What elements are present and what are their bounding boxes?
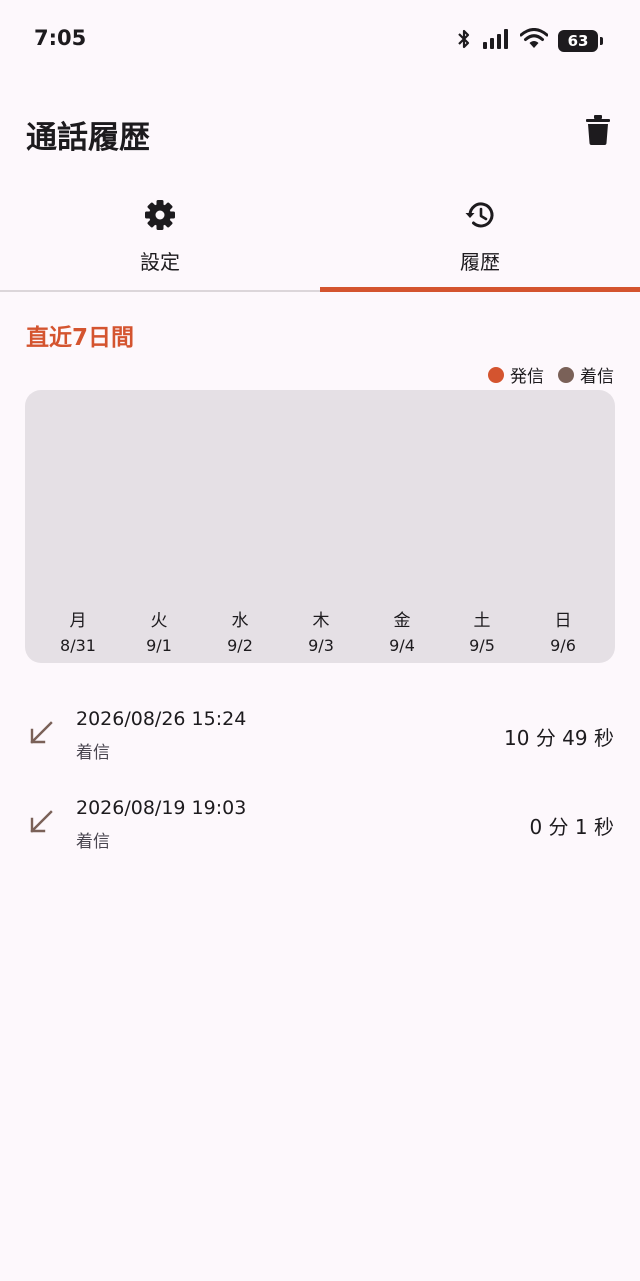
call-type: 着信 <box>76 832 110 852</box>
call-datetime: 2026/08/26 15:24 <box>76 708 247 730</box>
wifi-icon <box>519 28 549 54</box>
day-date: 8/31 <box>60 636 96 655</box>
day-name: 金 <box>393 611 411 631</box>
status-bar: 7:05 63 <box>0 0 640 80</box>
day-name: 火 <box>150 611 168 631</box>
legend-label-outgoing: 発信 <box>510 367 544 387</box>
chart-day-label: 水 9/2 <box>200 608 280 658</box>
call-history-item[interactable]: 2026/08/19 19:03 着信 0 分 1 秒 <box>0 789 640 869</box>
delete-history-button[interactable] <box>576 110 620 154</box>
trash-icon <box>586 115 610 149</box>
call-datetime: 2026/08/19 19:03 <box>76 797 247 819</box>
day-date: 9/3 <box>308 636 334 655</box>
day-name: 日 <box>554 611 572 631</box>
day-date: 9/5 <box>469 636 495 655</box>
day-date: 9/4 <box>389 636 415 655</box>
chart-day-label: 月 8/31 <box>38 608 118 658</box>
chart-day-label: 土 9/5 <box>442 608 522 658</box>
cellular-signal-icon <box>482 28 510 54</box>
history-icon <box>463 198 497 232</box>
call-duration: 0 分 1 秒 <box>529 815 614 839</box>
battery-level: 63 <box>567 32 589 50</box>
section-title: 直近7日間 <box>26 325 135 351</box>
tab-settings-label: 設定 <box>140 250 180 274</box>
tab-settings[interactable]: 設定 <box>0 184 320 292</box>
day-name: 月 <box>69 611 87 631</box>
legend-item-incoming: 着信 <box>558 362 614 387</box>
page-title: 通話履歴 <box>26 120 150 156</box>
tab-history-label: 履歴 <box>460 250 500 274</box>
legend-label-incoming: 着信 <box>580 367 614 387</box>
incoming-call-arrow-icon <box>28 809 54 835</box>
chart-day-label: 日 9/6 <box>523 608 603 658</box>
call-history-screen: 7:05 63 通話履歴 設定 履歴 直近7日間 発信 着信 月 8/31 火 … <box>0 0 640 1281</box>
day-name: 水 <box>231 611 249 631</box>
call-type: 着信 <box>76 743 110 763</box>
gear-icon <box>143 198 177 232</box>
day-date: 9/6 <box>550 636 576 655</box>
legend-dot-incoming <box>558 366 574 383</box>
tab-selected-indicator <box>320 287 640 292</box>
day-date: 9/1 <box>146 636 172 655</box>
call-history-item[interactable]: 2026/08/26 15:24 着信 10 分 49 秒 <box>0 700 640 780</box>
bluetooth-icon <box>456 28 472 54</box>
day-name: 木 <box>312 611 330 631</box>
legend-item-outgoing: 発信 <box>488 362 544 387</box>
legend-dot-outgoing <box>488 366 504 383</box>
tab-bar: 設定 履歴 <box>0 184 640 292</box>
chart-day-label: 火 9/1 <box>119 608 199 658</box>
incoming-call-arrow-icon <box>28 720 54 746</box>
chart-plot-area <box>25 390 615 590</box>
day-name: 土 <box>473 611 491 631</box>
chart-day-label: 木 9/3 <box>281 608 361 658</box>
call-duration: 10 分 49 秒 <box>504 726 614 750</box>
tab-history[interactable]: 履歴 <box>320 184 640 292</box>
status-icons: 63 <box>456 28 603 54</box>
battery-icon: 63 <box>558 30 603 52</box>
chart-legend: 発信 着信 <box>488 362 614 387</box>
status-time: 7:05 <box>34 26 87 50</box>
chart-day-label: 金 9/4 <box>362 608 442 658</box>
day-date: 9/2 <box>227 636 253 655</box>
